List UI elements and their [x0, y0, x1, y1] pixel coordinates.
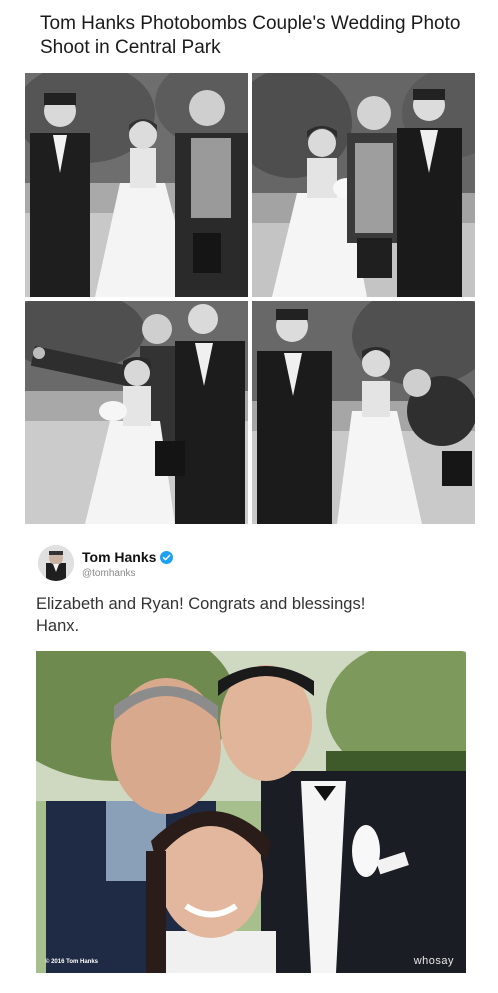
tweet-photo[interactable]: © 2016 Tom Hanks whosay: [36, 651, 466, 973]
tweet-text-line-2: Hanx.: [36, 617, 80, 635]
wedding-photo-4: [252, 301, 475, 524]
whosay-watermark: whosay: [413, 955, 454, 967]
avatar[interactable]: [38, 545, 74, 581]
name-row: Tom Hanks: [82, 549, 174, 565]
verified-icon: [160, 550, 174, 564]
article-headline: Tom Hanks Photobombs Couple's Wedding Ph…: [40, 13, 461, 58]
photo-copyright: © 2016 Tom Hanks: [45, 959, 98, 965]
photo-grid: [25, 73, 475, 524]
tweet-header: Tom Hanks @tomhanks: [38, 545, 458, 585]
tweet-text-line-1: Elizabeth and Ryan! Congrats and blessin…: [36, 595, 366, 613]
tweet-text: Elizabeth and Ryan! Congrats and blessin…: [36, 593, 466, 637]
wedding-photo-1: [25, 73, 248, 297]
user-handle[interactable]: @tomhanks: [82, 568, 136, 579]
display-name[interactable]: Tom Hanks: [82, 549, 156, 565]
wedding-photo-2: [252, 73, 475, 297]
wedding-photo-3: [25, 301, 248, 524]
